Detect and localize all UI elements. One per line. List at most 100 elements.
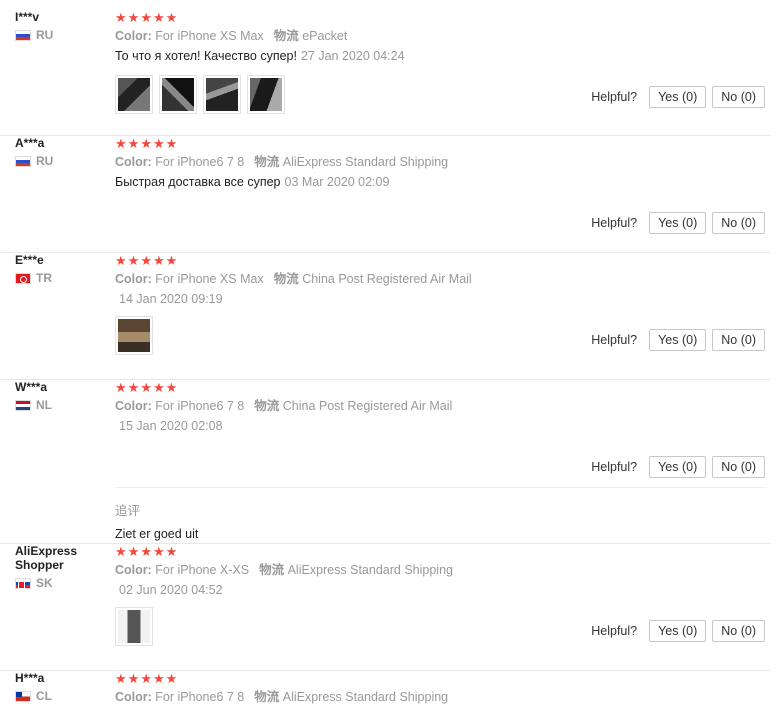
review-photo-thumbnail[interactable] [203,75,241,114]
reviewer-country: CL [15,689,110,703]
reviewer-name: A***a [15,136,45,150]
star-icon: ★ [165,543,178,559]
shipping-label: 物流 [259,563,285,577]
review-date: 27 Jan 2020 04:24 [300,49,405,63]
review-body: ★ ★ ★ ★ ★ Color: For iPhone6 7 8 物流 China Post… [115,380,585,434]
star-rating: ★ ★ ★ ★ ★ [115,10,585,24]
review-photo-thumbnail[interactable] [115,75,153,114]
star-icon: ★ [115,135,127,151]
helpful-yes-button[interactable]: Yes (0) [649,86,707,108]
helpful-no-button[interactable]: No (0) [712,86,765,108]
star-icon: ★ [140,379,152,395]
review-text: То что я хотел! Качество супер! [115,49,297,63]
star-icon: ★ [140,252,152,268]
review-content: 14 Jan 2020 09:19 [115,292,585,307]
reviewer-info: AliExpress Shopper SK [15,544,110,590]
color-value: For iPhone XS Max [155,272,264,286]
helpful-yes-button[interactable]: Yes (0) [649,456,707,478]
shipping-value: AliExpress Standard Shipping [282,155,449,169]
shipping-value: AliExpress Standard Shipping [287,563,453,577]
helpful-vote: Helpful? Yes (0) No (0) [591,329,765,351]
color-label: Color: [115,399,152,413]
star-rating: ★ ★ ★ ★ ★ [115,253,585,267]
review-content: 15 Jan 2020 02:08 [115,419,585,434]
color-label: Color: [115,29,152,43]
star-icon: ★ [152,543,165,559]
star-icon: ★ [127,379,140,395]
review-photos [115,316,585,355]
helpful-vote: Helpful? Yes (0) No (0) [591,212,765,234]
review-photo-thumbnail[interactable] [115,316,153,355]
review-item: W***a NL ★ ★ ★ ★ ★ Color: For iPhone6 7 8 物流 Chi… [0,380,770,544]
reviewer-country: RU [15,154,110,168]
country-code: CL [36,689,52,703]
reviewer-country: SK [15,576,110,590]
star-icon: ★ [165,9,178,25]
star-rating: ★ ★ ★ ★ ★ [115,136,585,150]
flag-icon [15,155,31,167]
review-photo-thumbnail[interactable] [159,75,197,114]
reviewer-country: TR [15,271,110,285]
review-photos [115,607,585,646]
helpful-yes-button[interactable]: Yes (0) [649,329,707,351]
country-code: SK [36,576,53,590]
color-label: Color: [115,563,152,577]
helpful-label: Helpful? [591,216,638,230]
review-body: ★ ★ ★ ★ ★ Color: For iPhone XS Max 物流 ePacket Т… [115,10,585,114]
review-body: ★ ★ ★ ★ ★ Color: For iPhone6 7 8 物流 AliExpress… [115,671,585,705]
review-content: Быстрая доставка все супер 03 Mar 2020 02… [115,175,585,190]
sku-info: Color: For iPhone6 7 8 物流 China Post Regi… [115,399,585,414]
sku-info: Color: For iPhone X-XS 物流 AliExpress Stan… [115,563,585,578]
shipping-label: 物流 [254,155,280,169]
review-body: ★ ★ ★ ★ ★ Color: For iPhone XS Max 物流 China Po… [115,253,585,355]
helpful-no-button[interactable]: No (0) [712,212,765,234]
review-item: E***e TR ★ ★ ★ ★ ★ Color: For iPhone XS Max 物流 C… [0,253,770,380]
shipping-label: 物流 [273,29,299,43]
review-item: AliExpress Shopper SK ★ ★ ★ ★ ★ Color: For iPho… [0,544,770,671]
helpful-label: Helpful? [591,624,638,638]
star-icon: ★ [115,670,127,686]
star-icon: ★ [127,670,140,686]
sku-info: Color: For iPhone XS Max 物流 China Post Re… [115,272,585,287]
reviewer-country: RU [15,28,110,42]
flag-icon [15,690,31,702]
star-icon: ★ [152,379,165,395]
helpful-yes-button[interactable]: Yes (0) [649,620,707,642]
star-icon: ★ [115,543,127,559]
flag-icon [15,577,31,589]
helpful-no-button[interactable]: No (0) [712,456,765,478]
star-icon: ★ [152,135,165,151]
star-icon: ★ [127,135,140,151]
reviewer-name: AliExpress Shopper [15,544,78,572]
review-date: 03 Mar 2020 02:09 [284,175,390,189]
country-code: RU [36,28,54,42]
country-code: RU [36,154,54,168]
color-label: Color: [115,155,152,169]
shipping-value: AliExpress Standard Shipping [282,690,449,704]
review-photo-thumbnail[interactable] [115,607,153,646]
helpful-vote: Helpful? Yes (0) No (0) [591,86,765,108]
review-content: 02 Jun 2020 04:52 [115,583,585,598]
reviewer-info: A***a RU [15,136,110,168]
helpful-vote: Helpful? Yes (0) No (0) [591,620,765,642]
star-icon: ★ [165,135,178,151]
star-icon: ★ [115,379,127,395]
helpful-no-button[interactable]: No (0) [712,329,765,351]
star-icon: ★ [115,9,127,25]
helpful-yes-button[interactable]: Yes (0) [649,212,707,234]
reviewer-info: I***v RU [15,10,110,42]
star-rating: ★ ★ ★ ★ ★ [115,544,585,558]
review-photo-thumbnail[interactable] [247,75,285,114]
followup-title: 追评 [115,504,141,518]
reviewer-name: H***a [15,671,45,685]
reviewer-name: I***v [15,10,40,24]
review-date: 15 Jan 2020 02:08 [119,419,223,433]
color-value: For iPhone XS Max [155,29,264,43]
review-photos [115,75,585,114]
followup-review: 追评 Ziet er goed uit [115,487,767,541]
star-icon: ★ [115,252,127,268]
review-date: 02 Jun 2020 04:52 [119,583,223,597]
review-content: То что я хотел! Качество супер! 27 Jan 20… [115,49,585,64]
helpful-label: Helpful? [591,333,638,347]
helpful-no-button[interactable]: No (0) [712,620,765,642]
